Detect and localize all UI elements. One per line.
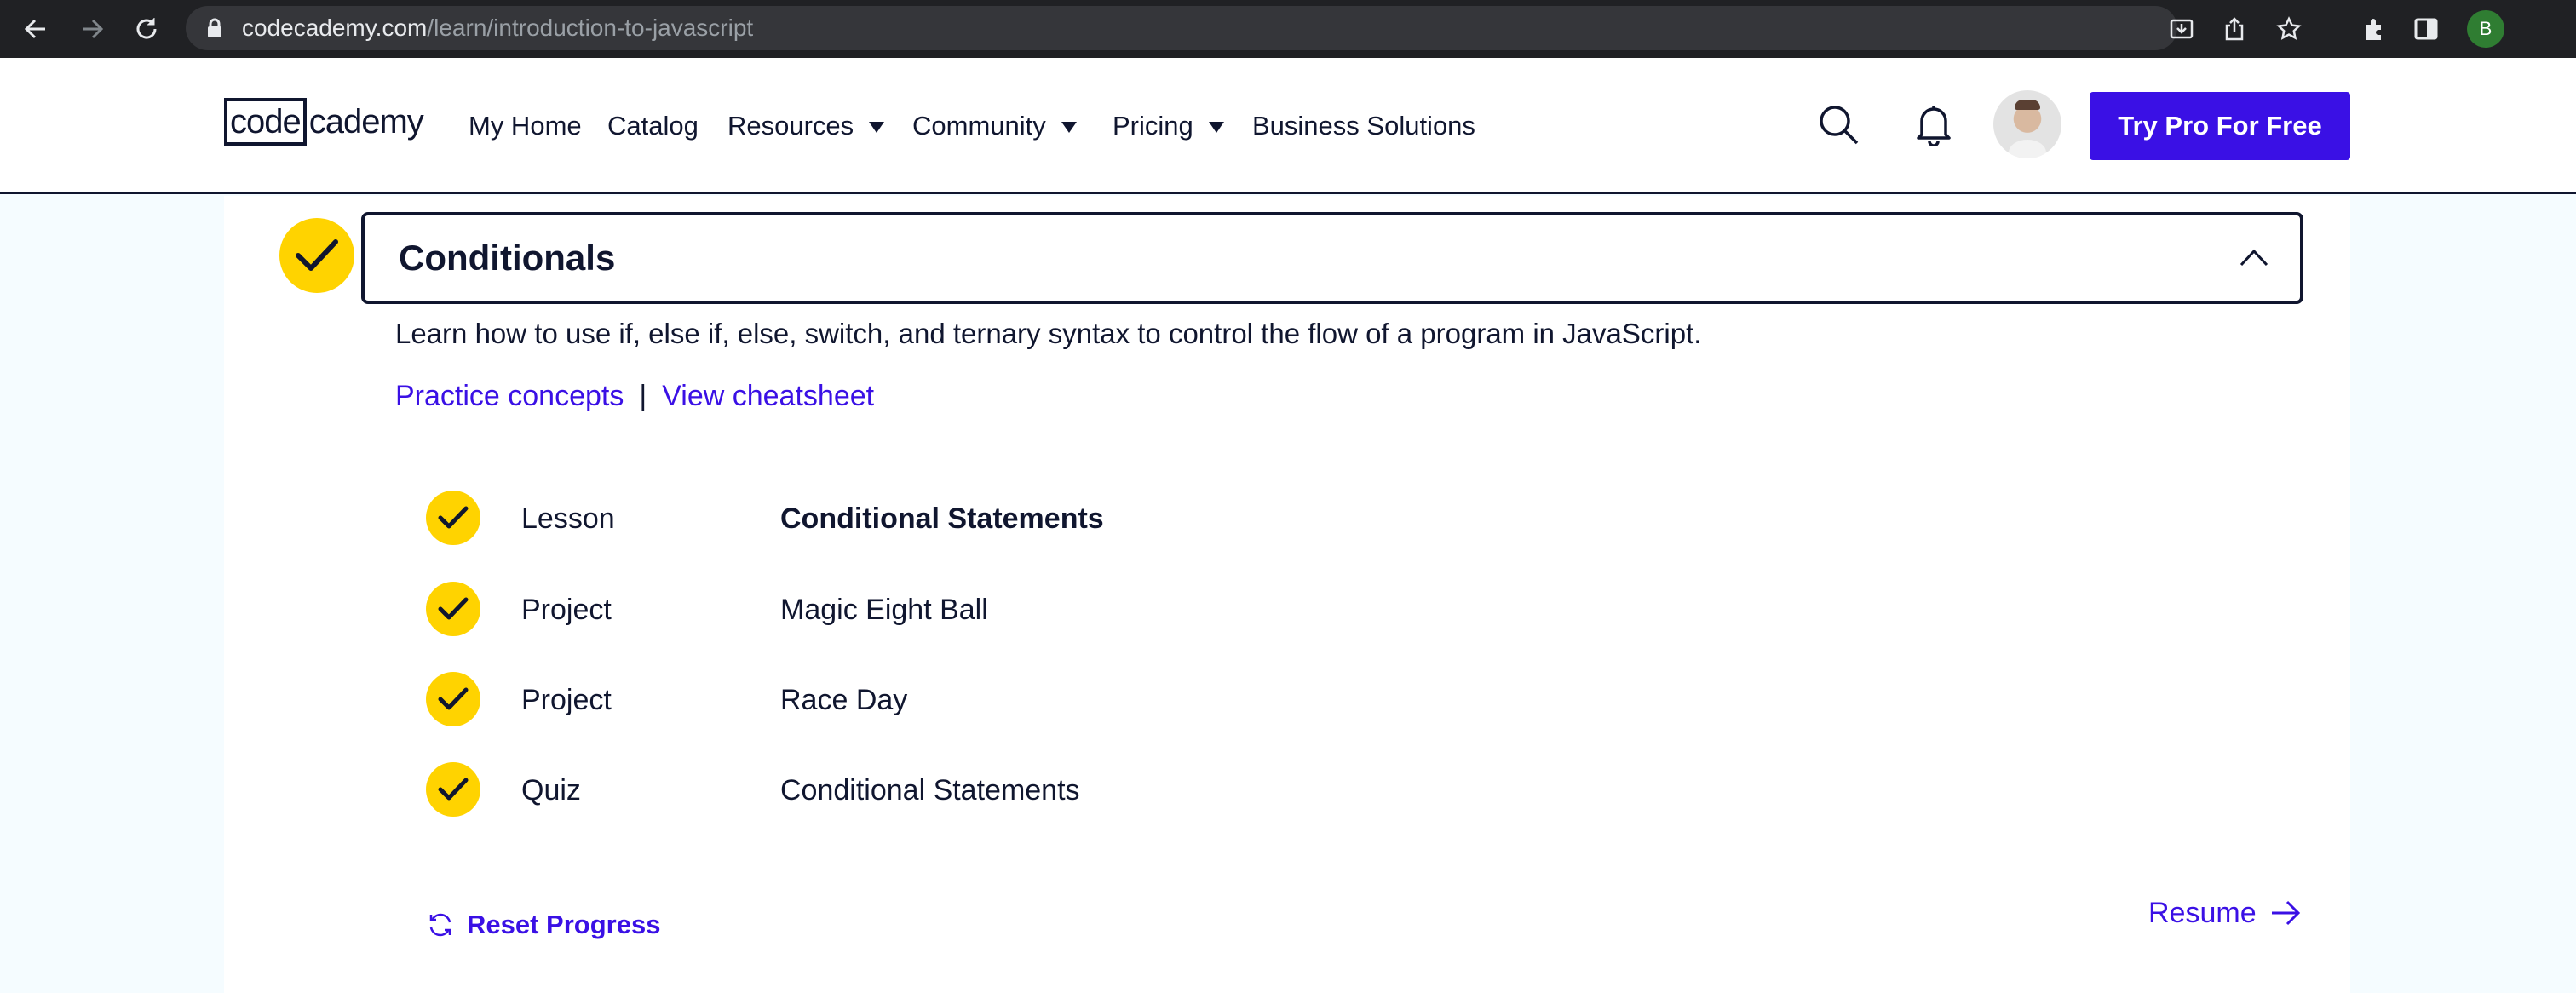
- back-icon[interactable]: [17, 10, 55, 48]
- complete-check-icon: [426, 672, 480, 726]
- nav-business-solutions[interactable]: Business Solutions: [1252, 58, 1475, 194]
- user-avatar[interactable]: [1993, 90, 2061, 158]
- lock-icon: [206, 18, 223, 43]
- complete-check-icon: [426, 762, 480, 817]
- caret-down-icon: [1208, 122, 1224, 133]
- view-cheatsheet-link[interactable]: View cheatsheet: [662, 376, 874, 416]
- side-panel-icon[interactable]: [2407, 10, 2445, 48]
- resume-link[interactable]: Resume: [2148, 894, 2303, 932]
- item-type: Lesson: [521, 502, 615, 535]
- item-type: Quiz: [521, 774, 581, 806]
- url-text: codecademy.com/learn/introduction-to-jav…: [242, 14, 754, 41]
- item-title[interactable]: Conditional Statements: [780, 762, 1080, 818]
- arrow-right-icon: [2268, 896, 2303, 930]
- nav-pricing[interactable]: Pricing: [1113, 58, 1224, 194]
- logo-code: code: [224, 98, 307, 146]
- notification-bell-icon[interactable]: [1910, 100, 1958, 148]
- reset-progress-label: Reset Progress: [467, 910, 661, 939]
- module-links: Practice concepts | View cheatsheet: [395, 376, 874, 416]
- browser-toolbar: codecademy.com/learn/introduction-to-jav…: [0, 0, 2576, 58]
- reload-icon[interactable]: [128, 10, 165, 48]
- nav-community[interactable]: Community: [912, 58, 1077, 194]
- module-title: Conditionals: [399, 238, 616, 278]
- nav-resources[interactable]: Resources: [727, 58, 885, 194]
- profile-avatar[interactable]: B: [2467, 10, 2504, 48]
- forward-icon[interactable]: [73, 10, 111, 48]
- chevron-up-icon[interactable]: [2239, 244, 2269, 270]
- link-separator: |: [639, 380, 647, 412]
- item-type: Project: [521, 594, 612, 626]
- nav-my-home[interactable]: My Home: [469, 58, 582, 194]
- caret-down-icon: [1061, 122, 1077, 133]
- syllabus-item[interactable]: Project Race Day: [426, 672, 1789, 728]
- item-title[interactable]: Magic Eight Ball: [780, 582, 988, 638]
- extensions-icon[interactable]: [2356, 10, 2394, 48]
- syllabus-item[interactable]: Quiz Conditional Statements: [426, 762, 1789, 818]
- caret-down-icon: [869, 122, 885, 133]
- logo-cademy: cademy: [308, 103, 424, 141]
- address-bar[interactable]: codecademy.com/learn/introduction-to-jav…: [186, 6, 2302, 50]
- module-complete-check-icon: [279, 218, 354, 293]
- syllabus-item[interactable]: Lesson Conditional Statements: [426, 491, 1789, 547]
- install-icon[interactable]: [2167, 14, 2196, 43]
- refresh-icon: [426, 910, 455, 939]
- module-description: Learn how to use if, else if, else, swit…: [395, 318, 1702, 349]
- item-title[interactable]: Race Day: [780, 672, 907, 728]
- codecademy-logo[interactable]: code cademy: [224, 97, 424, 146]
- try-pro-button[interactable]: Try Pro For Free: [2090, 92, 2350, 160]
- reset-progress-button[interactable]: Reset Progress: [426, 906, 660, 944]
- practice-concepts-link[interactable]: Practice concepts: [395, 376, 624, 416]
- module-accordion-header[interactable]: Conditionals: [361, 212, 2303, 304]
- site-header: code cademy My Home Catalog Resources Com…: [0, 58, 2576, 194]
- search-icon[interactable]: [1814, 100, 1862, 148]
- complete-check-icon: [426, 582, 480, 636]
- item-type: Project: [521, 684, 612, 716]
- resume-label: Resume: [2148, 896, 2257, 929]
- nav-catalog[interactable]: Catalog: [607, 58, 699, 194]
- bookmark-star-icon[interactable]: [2274, 14, 2303, 43]
- complete-check-icon: [426, 491, 480, 545]
- item-title[interactable]: Conditional Statements: [780, 491, 1104, 547]
- share-icon[interactable]: [2220, 14, 2249, 43]
- profile-initial: B: [2479, 18, 2493, 39]
- syllabus-item[interactable]: Project Magic Eight Ball: [426, 582, 1789, 638]
